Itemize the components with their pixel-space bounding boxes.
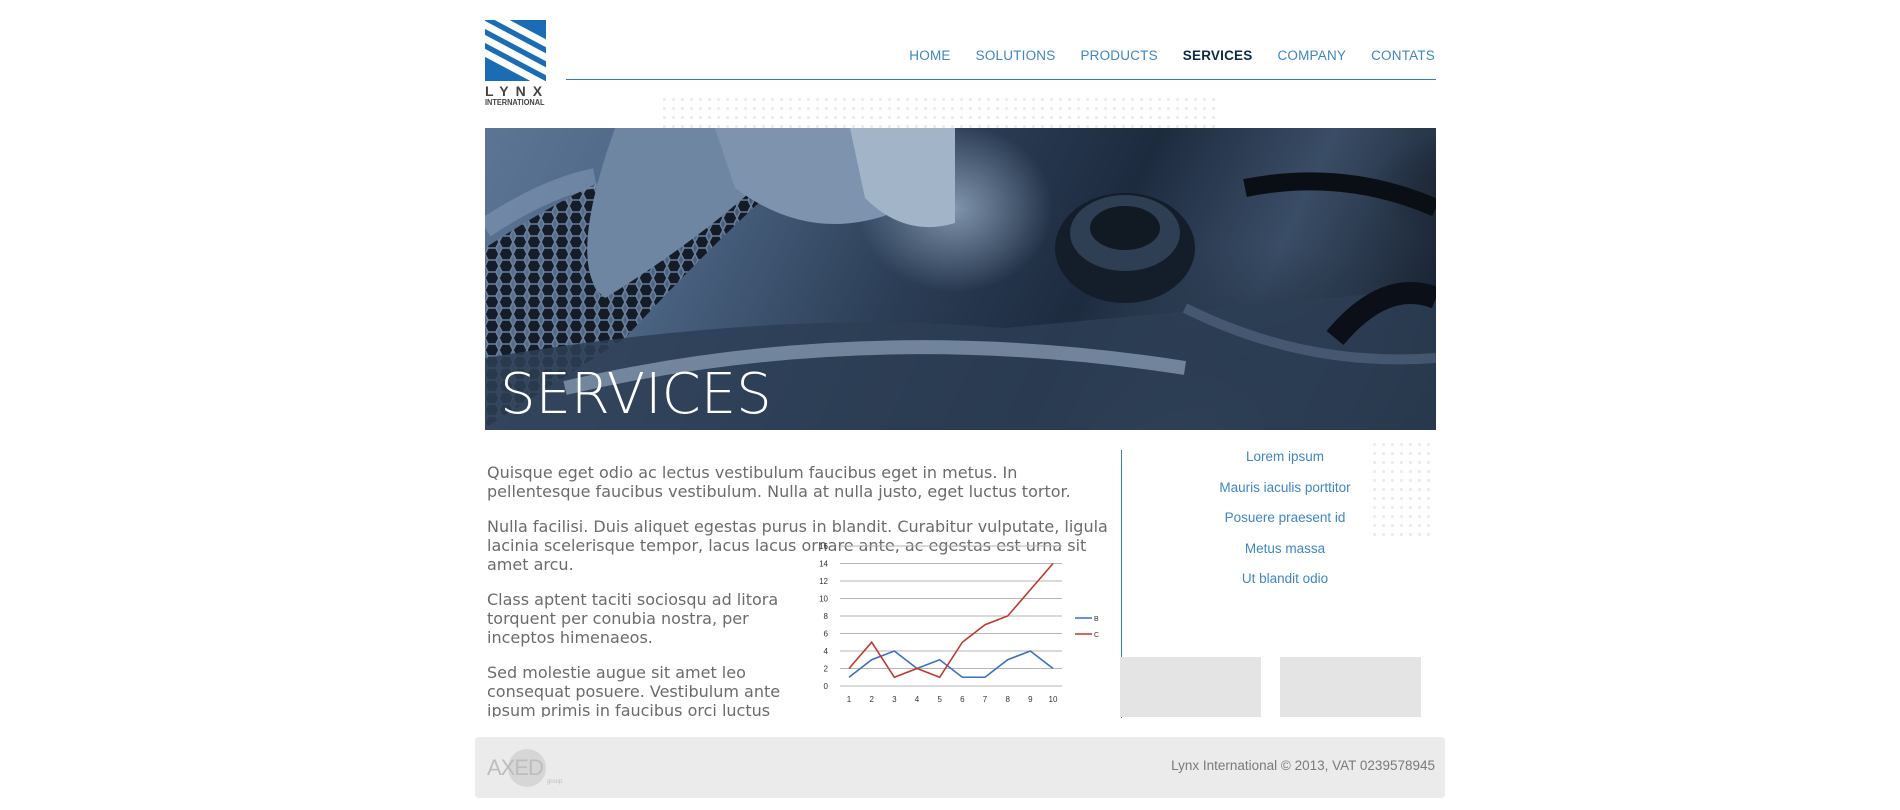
x-tick-label: 3 [892,695,897,704]
x-tick-label: 8 [1005,695,1010,704]
footer: AXED group Lynx International © 2013, VA… [475,737,1445,798]
x-tick-label: 5 [937,695,942,704]
x-tick-label: 4 [915,695,920,704]
nav-home[interactable]: HOME [909,48,950,63]
sidebar-links: Lorem ipsum Mauris iaculis porttitor Pos… [1140,447,1430,600]
paragraph-4: Sed molestie augue sit amet leo consequa… [487,663,781,717]
x-tick-label: 10 [1049,695,1058,704]
footer-copyright: Lynx International © 2013, VAT 023957894… [1171,758,1435,773]
x-tick-label: 7 [983,695,988,704]
x-tick-label: 6 [960,695,965,704]
logo-subtitle: INTERNATIONAL [485,98,545,107]
y-tick-label: 6 [824,630,829,639]
nav-solutions[interactable]: SOLUTIONS [976,48,1056,63]
y-tick-label: 2 [824,665,829,674]
nav-company[interactable]: COMPANY [1277,48,1346,63]
logo-wordmark: LYNX [485,83,550,99]
line-chart: 02468101214161 2 3 4 5 6 7 8 9 10BC [819,542,1099,704]
axed-logo[interactable]: AXED group [485,747,570,789]
x-tick-label: 1 [847,695,852,704]
nav-services[interactable]: SERVICES [1183,48,1253,63]
thumbnail-placeholder[interactable] [1280,657,1421,717]
nav-products[interactable]: PRODUCTS [1080,48,1157,63]
legend-label: C [1094,632,1099,639]
sidebar-link-lorem-ipsum[interactable]: Lorem ipsum [1140,447,1430,467]
y-tick-label: 14 [819,560,828,569]
sidebar-link-posuere[interactable]: Posuere praesent id [1140,508,1430,528]
sidebar-link-ut-blandit[interactable]: Ut blandit odio [1140,569,1430,589]
y-tick-label: 10 [819,595,828,604]
nav-divider [566,79,1436,80]
svg-text:group: group [547,779,563,785]
paragraph-3: Class aptent taciti sociosqu ad litora t… [487,590,779,647]
paragraph-1: Quisque eget odio ac lectus vestibulum f… [487,463,1071,501]
axed-logo-text: AXED [487,755,543,780]
lynx-logo-mark [485,20,546,81]
y-tick-label: 0 [824,682,829,691]
main-nav: HOME SOLUTIONS PRODUCTS SERVICES COMPANY… [884,48,1435,63]
sidebar-link-metus[interactable]: Metus massa [1140,539,1430,559]
y-tick-label: 8 [824,612,829,621]
y-tick-label: 4 [824,647,829,656]
x-tick-label: 2 [869,695,874,704]
hero-banner: SERVICES [485,128,1436,430]
lynx-logo[interactable]: LYNX INTERNATIONAL [485,20,547,108]
legend-label: B [1094,616,1099,623]
sidebar-link-mauris[interactable]: Mauris iaculis porttitor [1140,478,1430,498]
page-title: SERVICES [500,362,772,427]
nav-contacts[interactable]: CONTATS [1371,48,1435,63]
y-tick-label: 16 [819,542,828,551]
x-tick-label: 9 [1028,695,1033,704]
y-tick-label: 12 [819,577,828,586]
thumbnail-placeholder[interactable] [1120,657,1261,717]
